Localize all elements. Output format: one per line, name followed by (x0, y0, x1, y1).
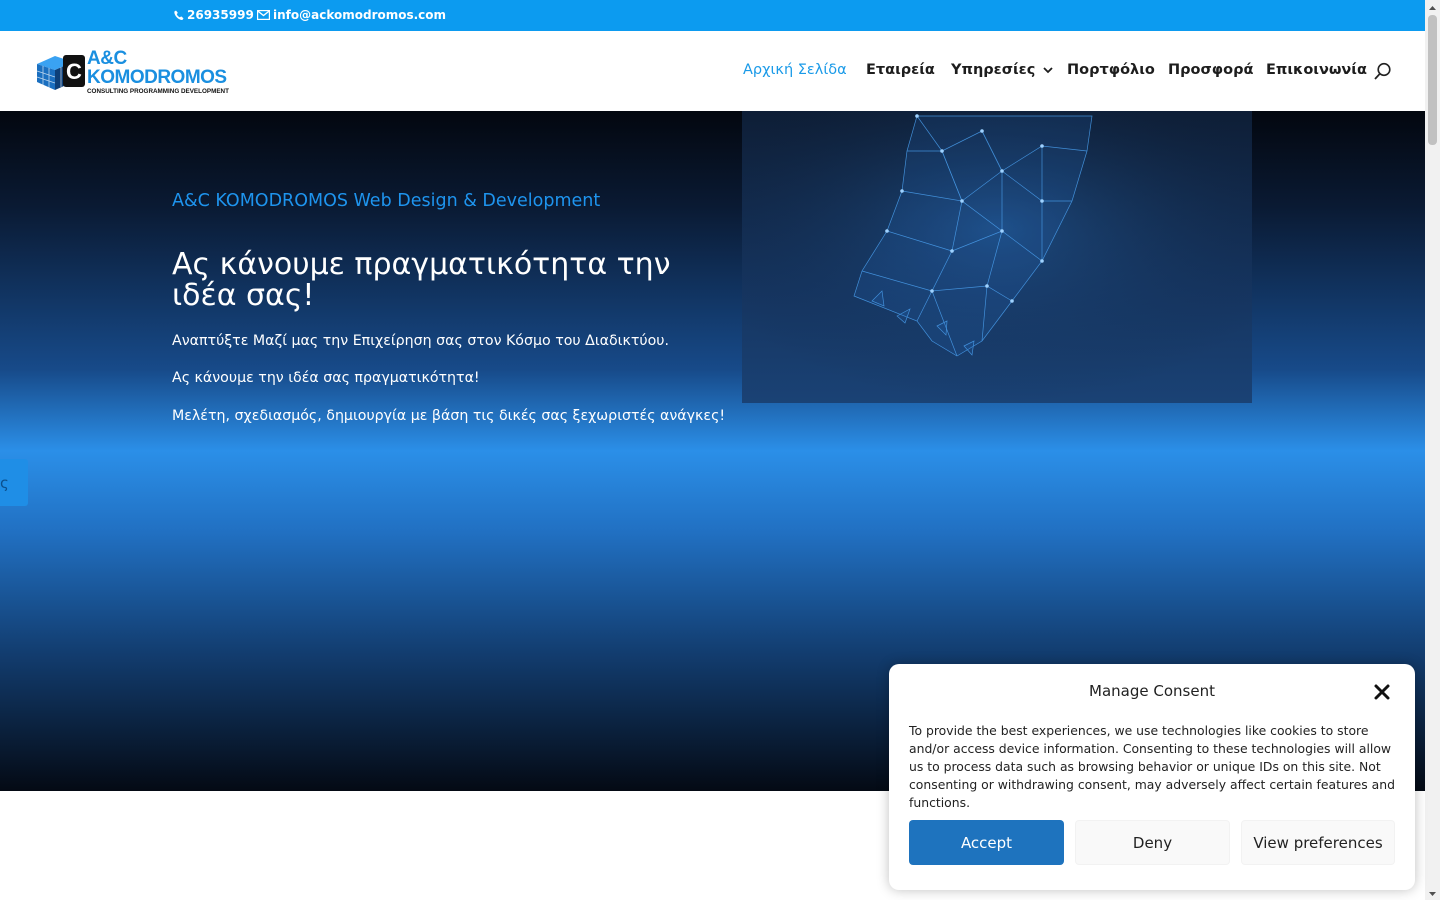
scroll-down-arrow-icon[interactable] (1425, 886, 1440, 900)
hero-network-hand-image (742, 111, 1252, 403)
nav-item-contact[interactable]: Επικοινωνία (1266, 62, 1367, 78)
chevron-down-icon (1043, 62, 1053, 78)
top-bar: 26935999 info@ackomodromos.com (0, 0, 1425, 31)
hero-paragraph: Αναπτύξτε Μαζί μας την Επιχείρηση σας στ… (172, 333, 669, 349)
scrollbar-thumb[interactable] (1428, 15, 1437, 145)
nav-item-home[interactable]: Αρχική Σελίδα (743, 62, 847, 78)
logo-title: A&C KOMODROMOS (87, 47, 227, 88)
phone-contact[interactable]: 26935999 (174, 8, 254, 22)
hero-paragraph: Ας κάνουμε την ιδέα σας πραγματικότητα! (172, 370, 480, 386)
page: 26935999 info@ackomodromos.com C A&C KOM… (0, 0, 1440, 900)
logo-cube-icon: C (33, 52, 85, 92)
hero-paragraph: Μελέτη, σχεδιασμός, δημιουργία με βάση τ… (172, 408, 726, 424)
nav-item-services-label: Υπηρεσίες (951, 62, 1036, 78)
scroll-up-arrow-icon[interactable] (1425, 0, 1440, 14)
email-contact[interactable]: info@ackomodromos.com (257, 8, 446, 22)
consent-text: To provide the best experiences, we use … (909, 723, 1395, 810)
view-preferences-button[interactable]: View preferences (1241, 820, 1395, 865)
site-header: C A&C KOMODROMOS CONSULTING PROGRAMMING … (0, 31, 1425, 111)
side-tab[interactable]: ς (0, 459, 28, 506)
deny-button[interactable]: Deny (1075, 820, 1230, 865)
site-logo[interactable]: C A&C KOMODROMOS CONSULTING PROGRAMMING … (33, 47, 233, 95)
close-icon[interactable] (1373, 683, 1391, 701)
logo-subtitle: CONSULTING PROGRAMMING DEVELOPMENT (87, 87, 229, 95)
hero-title: Ας κάνουμε πραγματικότητα την ιδέα σας! (172, 247, 671, 313)
nav-item-company[interactable]: Εταιρεία (866, 62, 935, 78)
accept-button[interactable]: Accept (909, 820, 1064, 865)
envelope-icon (257, 10, 270, 20)
nav-item-portfolio[interactable]: Πορτφόλιο (1067, 62, 1155, 78)
svg-text:C: C (66, 59, 82, 84)
hero-subtitle: A&C KOMODROMOS Web Design & Development (172, 191, 601, 211)
page-scrollbar[interactable] (1425, 0, 1440, 900)
phone-number: 26935999 (187, 8, 254, 22)
nav-item-services[interactable]: Υπηρεσίες (951, 62, 1053, 78)
consent-title: Manage Consent (1089, 682, 1215, 700)
nav-item-offer[interactable]: Προσφορά (1168, 62, 1253, 78)
email-address: info@ackomodromos.com (273, 8, 447, 22)
phone-icon (174, 10, 184, 21)
search-icon[interactable] (1373, 62, 1393, 82)
consent-dialog: Manage Consent To provide the best exper… (889, 664, 1415, 890)
